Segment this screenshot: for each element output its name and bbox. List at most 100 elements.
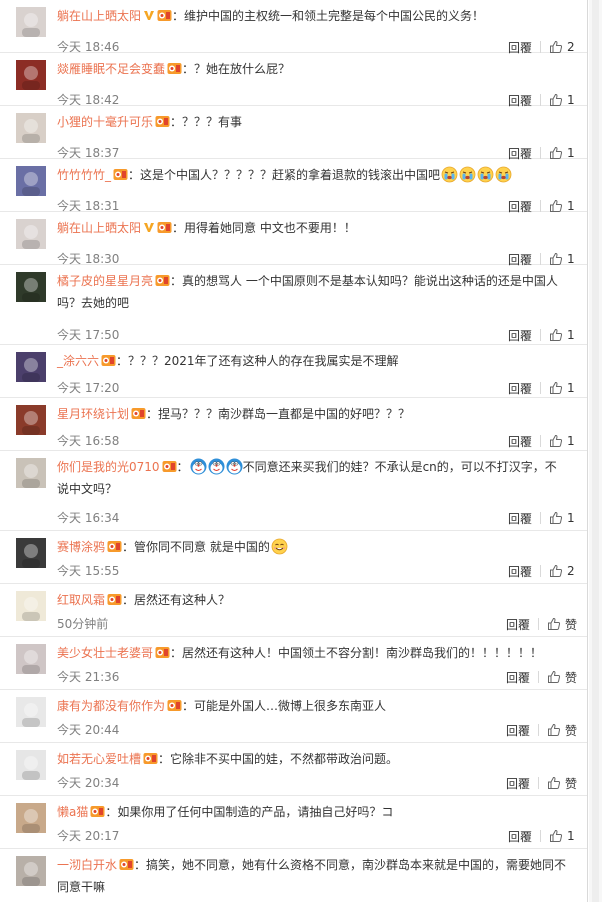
comment-item: 赛博涂鸦 ：管你同不同意 就是中国的 今天 15:55 回覆 2	[0, 531, 587, 584]
username-link[interactable]: 红取风霜	[57, 593, 105, 607]
like-button[interactable]: 1	[549, 199, 577, 213]
username-link[interactable]: 躺在山上晒太阳	[57, 221, 141, 235]
avatar[interactable]	[16, 219, 46, 249]
like-count: 2	[567, 40, 575, 54]
like-button[interactable]: 1	[549, 511, 577, 525]
username-link[interactable]: 躺在山上晒太阳	[57, 9, 141, 23]
comment-item: 懒a猫 ：如果你用了任何中国制造的产品，请抽自己好吗？コ 今天 20:17 回覆 1	[0, 796, 587, 849]
comment-text: ：维护中国的主权统一和领土完整是每个中国公民的义务！	[172, 9, 485, 23]
avatar[interactable]	[16, 7, 46, 37]
fan-medal-icon	[101, 352, 116, 366]
avatar[interactable]	[16, 803, 46, 833]
avatar[interactable]	[16, 856, 46, 886]
username-link[interactable]: 星月环绕计划	[57, 407, 129, 421]
like-count: 1	[567, 252, 575, 266]
avatar[interactable]	[16, 405, 46, 435]
avatar[interactable]	[16, 352, 46, 382]
thumbs-up-icon	[547, 776, 561, 790]
like-button[interactable]: 1	[549, 93, 577, 107]
username-link[interactable]: 竹竹竹竹_	[57, 168, 111, 182]
username-link[interactable]: 如若无心爱吐槽	[57, 752, 141, 766]
avatar[interactable]	[16, 272, 46, 302]
username-link[interactable]: 赛博涂鸦	[57, 540, 105, 554]
action-divider	[540, 41, 541, 53]
comment-actions: 回覆 1	[508, 509, 577, 527]
avatar[interactable]	[16, 538, 46, 568]
doraemon-emoji-icon	[190, 458, 207, 475]
comment-text: ：？她在放什么屁？	[182, 62, 291, 76]
comment-time: 今天 20:34	[57, 776, 120, 790]
comment-time: 今天 17:20	[57, 381, 120, 395]
reply-button[interactable]: 回覆	[506, 616, 530, 633]
comment-item: 你们是我的光0710：不同意还来买我们的娃？不承认是cn的，可以不打汉字，不说中…	[0, 451, 587, 531]
comment-content: 红取风霜 ：居然还有这种人？	[57, 589, 567, 611]
thumbs-up-icon	[549, 328, 563, 342]
reply-button[interactable]: 回覆	[506, 775, 530, 792]
comment-item: 如若无心爱吐槽 ：它除非不买中国的娃，不然都带政治问题。今天 20:34 回覆 赞	[0, 743, 587, 796]
like-button[interactable]: 1	[549, 328, 577, 342]
username-link[interactable]: 你们是我的光0710	[57, 460, 160, 474]
like-button[interactable]: 1	[549, 829, 577, 843]
avatar[interactable]	[16, 458, 46, 488]
like-button[interactable]: 赞	[547, 722, 577, 739]
comment-text: ：它除非不买中国的娃，不然都带政治问题。	[158, 752, 399, 766]
username-link[interactable]: 美少女壮士老婆哥	[57, 646, 153, 660]
reply-button[interactable]: 回覆	[508, 510, 532, 527]
avatar[interactable]	[16, 591, 46, 621]
avatar[interactable]	[16, 644, 46, 674]
like-count: 1	[567, 146, 575, 160]
username-link[interactable]: 橘子皮的星星月亮	[57, 274, 153, 288]
reply-button[interactable]: 回覆	[506, 669, 530, 686]
like-count: 1	[567, 381, 575, 395]
like-button[interactable]: 2	[549, 40, 577, 54]
like-button[interactable]: 赞	[547, 616, 577, 633]
like-button[interactable]: 赞	[547, 775, 577, 792]
like-button[interactable]: 1	[549, 434, 577, 448]
like-button[interactable]: 1	[549, 381, 577, 395]
like-count: 赞	[564, 670, 577, 685]
avatar[interactable]	[16, 697, 46, 727]
action-divider	[540, 147, 541, 159]
avatar[interactable]	[16, 166, 46, 196]
avatar[interactable]	[16, 750, 46, 780]
comment-text: ：？？？有事	[170, 115, 243, 129]
like-button[interactable]: 1	[549, 146, 577, 160]
like-count: 1	[567, 328, 575, 342]
reply-button[interactable]: 回覆	[508, 380, 532, 397]
reply-button[interactable]: 回覆	[508, 433, 532, 450]
username-link[interactable]: _涂六六	[57, 354, 99, 368]
avatar[interactable]	[16, 60, 46, 90]
username-link[interactable]: 小狸的十毫升可乐	[57, 115, 153, 129]
scrollbar-thumb[interactable]	[592, 0, 599, 902]
action-divider	[540, 253, 541, 265]
fan-medal-icon	[155, 644, 170, 658]
comment-time: 今天 16:34	[57, 511, 120, 525]
reply-button[interactable]: 回覆	[508, 563, 532, 580]
scrollbar[interactable]	[589, 0, 602, 902]
comment-actions: 回覆 赞	[506, 668, 577, 686]
comment-actions: 回覆 1	[508, 827, 577, 845]
action-divider	[540, 94, 541, 106]
username-link[interactable]: 一沏白开水	[57, 858, 117, 872]
comment-text: ：居然还有这种人？	[122, 593, 231, 607]
like-count: 1	[567, 93, 575, 107]
reply-button[interactable]: 回覆	[508, 327, 532, 344]
like-count: 1	[567, 511, 575, 525]
like-button[interactable]: 1	[549, 252, 577, 266]
username-link[interactable]: 燚雁睡眠不足会变蠢	[57, 62, 165, 76]
like-button[interactable]: 赞	[547, 669, 577, 686]
avatar[interactable]	[16, 113, 46, 143]
username-link[interactable]: 康有为都没有你作为	[57, 699, 165, 713]
like-button[interactable]: 2	[549, 564, 577, 578]
fan-medal-icon	[155, 272, 170, 286]
username-link[interactable]: 懒a猫	[57, 805, 88, 819]
reply-button[interactable]: 回覆	[508, 828, 532, 845]
comment-time: 今天 15:55	[57, 564, 120, 578]
like-count: 1	[567, 829, 575, 843]
fan-medal-icon	[119, 856, 134, 870]
crying-emoji-icon	[495, 166, 512, 183]
reply-button[interactable]: 回覆	[506, 722, 530, 739]
action-divider	[540, 200, 541, 212]
action-divider	[540, 565, 541, 577]
comment-item: 橘子皮的星星月亮 ：真的想骂人 一个中国原则不是基本认知吗？能说出这种话的还是中国…	[0, 265, 587, 345]
